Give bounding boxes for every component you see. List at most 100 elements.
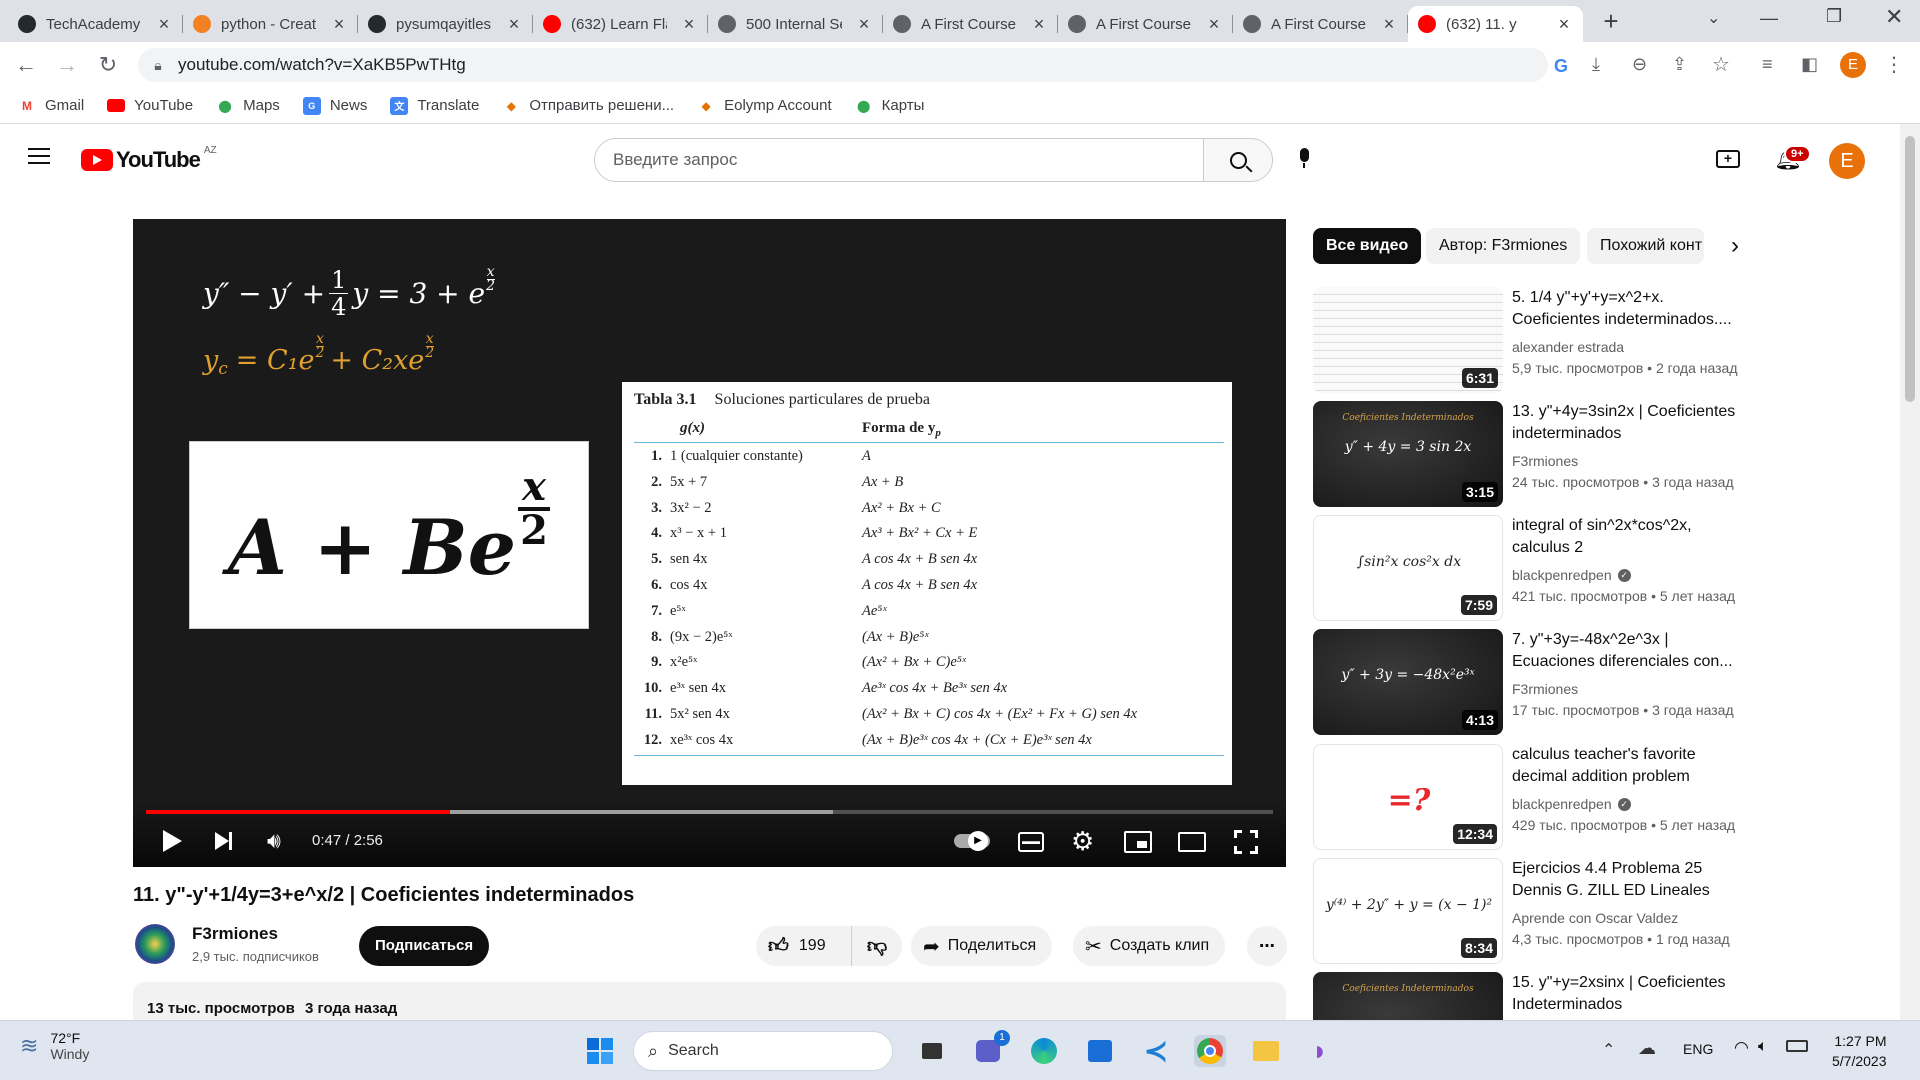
hamburger-menu-icon[interactable] [28, 148, 50, 164]
bookmark-submit[interactable]: ◆ Отправить решени... [502, 97, 674, 115]
rec-title[interactable]: integral of sin^2x*cos^2x, calculus 2 [1512, 515, 1740, 559]
clip-button[interactable]: ✂ Создать клип [1073, 926, 1226, 966]
clock[interactable]: 1:27 PM 5/7/2023 [1832, 1031, 1887, 1071]
subtitles-icon[interactable]: ▬▬ [1018, 832, 1044, 852]
maximize-button[interactable]: ❐ [1826, 6, 1842, 27]
description-box[interactable]: 13 тыс. просмотров 3 года назад [133, 982, 1286, 1020]
share-page-icon[interactable]: ⇪ [1672, 54, 1687, 75]
play-icon[interactable] [163, 830, 182, 852]
search-button[interactable] [1203, 138, 1273, 182]
bookmark-karty[interactable]: ⬤ Карты [855, 97, 924, 115]
rec-channel[interactable]: alexander estrada [1512, 339, 1624, 355]
microphone-icon[interactable] [1297, 148, 1311, 170]
minimize-button[interactable]: — [1760, 8, 1778, 29]
tab-close-icon[interactable]: × [505, 14, 523, 35]
store-icon[interactable] [1084, 1035, 1116, 1067]
reload-icon[interactable]: ↻ [94, 51, 122, 79]
language-indicator[interactable]: ENG [1683, 1041, 1713, 1057]
tab-search-icon[interactable]: ⌄ [1707, 8, 1720, 28]
rec-title[interactable]: Ejercicios 4.4 Problema 25 Dennis G. ZIL… [1512, 858, 1740, 902]
video-thumbnail[interactable]: 6:31 [1313, 287, 1503, 393]
address-bar[interactable]: 🔒︎ youtube.com/watch?v=XaKB5PwTHtg [138, 48, 1548, 82]
battery-icon[interactable] [1786, 1040, 1808, 1052]
browser-tab[interactable]: A First Course × [1233, 6, 1408, 42]
star-icon[interactable]: ☆ [1712, 52, 1730, 77]
browser-tab[interactable]: TechAcademy × [8, 6, 183, 42]
video-thumbnail[interactable]: =? 12:34 [1313, 744, 1503, 850]
create-video-icon[interactable]: + [1716, 150, 1740, 168]
google-icon[interactable]: G [1554, 56, 1568, 77]
tab-close-icon[interactable]: × [680, 14, 698, 35]
theater-mode-icon[interactable] [1178, 832, 1206, 852]
recommended-video[interactable]: ∫sin²x cos²x dx 7:59 integral of sin^2x*co… [1313, 515, 1743, 623]
rec-channel[interactable]: F3rmiones [1512, 681, 1578, 697]
browser-tab[interactable]: 500 Internal Se × [708, 6, 883, 42]
chevron-right-icon[interactable]: › [1731, 232, 1739, 260]
search-input[interactable]: Введите запрос [594, 138, 1204, 182]
files-stack-icon[interactable] [916, 1035, 948, 1067]
browser-tab[interactable]: A First Course × [883, 6, 1058, 42]
channel-name[interactable]: F3rmiones [192, 924, 278, 944]
tab-close-icon[interactable]: × [1555, 14, 1573, 35]
visual-studio-icon[interactable]: ◗ [1304, 1035, 1336, 1067]
file-explorer-icon[interactable] [1250, 1035, 1282, 1067]
close-window-button[interactable]: ✕ [1885, 4, 1903, 30]
rec-channel[interactable]: F3rmiones [1512, 453, 1578, 469]
volume-icon[interactable]: 🔊︎ [267, 828, 281, 854]
rec-title[interactable]: calculus teacher's favorite decimal addi… [1512, 744, 1740, 788]
tab-close-icon[interactable]: × [1205, 14, 1223, 35]
zoom-icon[interactable]: ⊖ [1632, 54, 1647, 75]
tab-active[interactable]: (632) 11. y × [1408, 6, 1583, 42]
onedrive-icon[interactable]: ☁ [1638, 1038, 1656, 1059]
video-thumbnail[interactable]: y⁽⁴⁾ + 2y″ + y = (x − 1)² 8:34 [1313, 858, 1503, 964]
progress-bar[interactable] [146, 810, 1273, 814]
tab-close-icon[interactable]: × [1380, 14, 1398, 35]
bookmark-eolymp[interactable]: ◆ Eolymp Account [697, 97, 831, 115]
like-button[interactable]: 👍︎ 199 [756, 926, 852, 966]
chip-all-videos[interactable]: Все видео [1313, 228, 1422, 264]
edge-icon[interactable] [1028, 1035, 1060, 1067]
page-scrollbar[interactable] [1900, 124, 1920, 1020]
autoplay-toggle[interactable]: ▶ [954, 831, 990, 851]
tab-close-icon[interactable]: × [155, 14, 173, 35]
wifi-icon[interactable]: ◠ [1734, 1038, 1749, 1058]
video-thumbnail[interactable]: y″ + 3y = −48x²e³ˣ 4:13 [1313, 629, 1503, 735]
browser-tab[interactable]: A First Course × [1058, 6, 1233, 42]
fullscreen-icon[interactable] [1234, 830, 1258, 854]
chevron-up-icon[interactable]: ⌃ [1602, 1040, 1615, 1060]
vscode-icon[interactable]: ≺ [1140, 1035, 1172, 1068]
tab-close-icon[interactable]: × [855, 14, 873, 35]
weather-widget[interactable]: ≋ 72°F Windy [20, 1030, 89, 1062]
chip-similar[interactable]: Похожий конт [1587, 228, 1704, 264]
video-thumbnail[interactable]: Coeficientes Indeterminados y″ + 4y = 3 s… [1313, 401, 1503, 507]
youtube-logo[interactable]: YouTube AZ [81, 145, 217, 173]
browser-tab[interactable]: (632) Learn Fla × [533, 6, 708, 42]
new-tab-button[interactable]: + [1597, 8, 1625, 36]
media-icon[interactable]: ≡ [1762, 54, 1773, 75]
share-button[interactable]: ➦ Поделиться [911, 926, 1053, 966]
more-actions-button[interactable]: ⋯ [1247, 926, 1287, 966]
recommended-video[interactable]: y″ + 3y = −48x²e³ˣ 4:13 7. y"+3y=-48x^2e^3… [1313, 629, 1743, 737]
recommended-video[interactable]: =? 12:34 calculus teacher's favorite decim… [1313, 744, 1743, 852]
windows-start-icon[interactable] [584, 1035, 616, 1067]
chip-author[interactable]: Автор: F3rmiones [1426, 228, 1581, 264]
bookmark-translate[interactable]: 文 Translate [390, 96, 479, 115]
chrome-icon[interactable] [1194, 1035, 1226, 1067]
user-avatar[interactable]: E [1829, 143, 1865, 179]
bookmark-youtube[interactable]: YouTube [107, 97, 193, 115]
tab-close-icon[interactable]: × [330, 14, 348, 35]
browser-tab[interactable]: pysumqayitles × [358, 6, 533, 42]
sidepanel-icon[interactable]: ◧ [1801, 54, 1818, 75]
channel-avatar[interactable] [135, 924, 175, 964]
bookmark-news[interactable]: G News [302, 96, 367, 115]
rec-title[interactable]: 5. 1/4 y''+y'+y=x^2+x. Coeficientes inde… [1512, 287, 1740, 331]
install-icon[interactable]: ⤓ [1592, 54, 1600, 75]
recommended-video[interactable]: Coeficientes Indeterminados y″ + 4y = 3 s… [1313, 401, 1743, 509]
bookmark-gmail[interactable]: M Gmail [18, 97, 84, 115]
next-icon[interactable] [215, 832, 232, 850]
rec-channel[interactable]: Aprende con Oscar Valdez [1512, 910, 1678, 926]
chrome-menu-icon[interactable]: ⋮ [1884, 52, 1904, 77]
taskbar-search[interactable]: ⌕ Search [633, 1031, 893, 1071]
browser-tab[interactable]: python - Creat × [183, 6, 358, 42]
video-player[interactable]: y″ − y′ + 1 4 y = 3 + e x 2 yc = C₁e x 2… [133, 219, 1286, 867]
